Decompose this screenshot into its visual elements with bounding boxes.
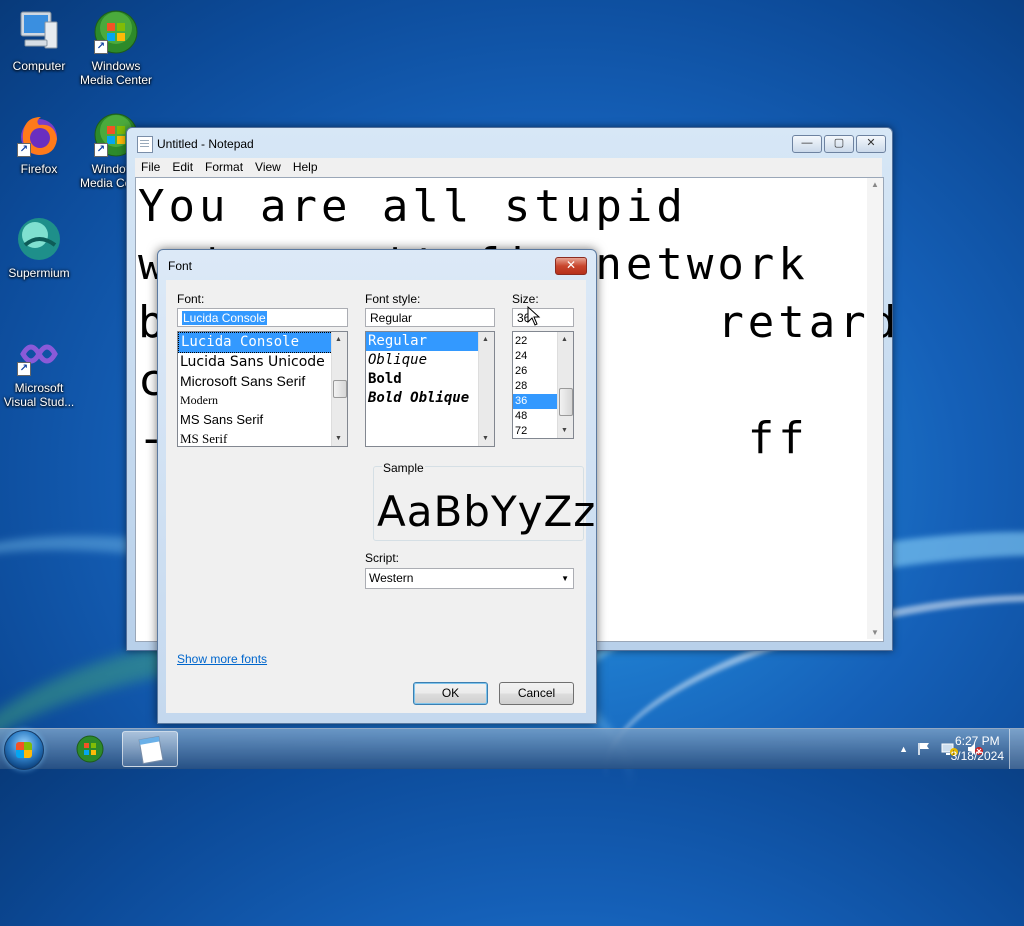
scroll-up-icon[interactable]: ▲ bbox=[871, 180, 879, 189]
window-controls: — ▢ ✕ bbox=[792, 135, 886, 153]
taskbar: ▲ ! 6:27 PM 3/18/2024 bbox=[0, 728, 1024, 770]
clock[interactable]: 6:27 PM 3/18/2024 bbox=[951, 734, 1004, 764]
list-item[interactable]: Bold bbox=[366, 370, 494, 389]
sample-label: Sample bbox=[382, 461, 425, 475]
dialog-close-button[interactable]: ✕ bbox=[555, 257, 587, 275]
mouse-cursor-icon bbox=[527, 305, 541, 326]
font-style-label: Font style: bbox=[365, 292, 421, 306]
font-style-input[interactable]: Regular bbox=[365, 308, 495, 327]
desktop-icon-label: Supermium bbox=[8, 266, 70, 280]
show-desktop-button[interactable] bbox=[1009, 729, 1024, 769]
list-item[interactable]: Oblique bbox=[366, 351, 494, 370]
desktop-icon-label: Microsoft Visual Stud... bbox=[3, 381, 75, 409]
size-list-scrollbar[interactable]: ▲ ▼ bbox=[557, 332, 573, 438]
supermium-icon bbox=[15, 215, 63, 263]
chevron-down-icon: ▼ bbox=[561, 574, 569, 583]
font-style-list[interactable]: Regular Oblique Bold Bold Oblique ▲ ▼ bbox=[365, 331, 495, 447]
list-item[interactable]: Modern bbox=[178, 391, 347, 410]
ok-button[interactable]: OK bbox=[413, 682, 488, 705]
desktop-icon-computer[interactable]: Computer bbox=[1, 8, 77, 73]
scroll-up-icon[interactable]: ▲ bbox=[561, 336, 568, 343]
close-button[interactable]: ✕ bbox=[856, 135, 886, 153]
notepad-app-icon bbox=[137, 136, 153, 153]
desktop-icon-label: Computer bbox=[12, 59, 66, 73]
windows-media-center-icon bbox=[76, 735, 104, 763]
minimize-button[interactable]: — bbox=[792, 135, 822, 153]
script-value: Western bbox=[369, 571, 414, 585]
list-item[interactable]: Lucida Console bbox=[178, 332, 347, 353]
scroll-up-icon[interactable]: ▲ bbox=[482, 336, 489, 343]
cancel-button[interactable]: Cancel bbox=[499, 682, 574, 705]
window-title: Untitled - Notepad bbox=[157, 137, 254, 151]
sample-text: AaBbYyZz bbox=[377, 487, 597, 536]
sample-box: Sample AaBbYyZz bbox=[373, 461, 595, 541]
dialog-body: Font: Lucida Console Lucida Console Luci… bbox=[166, 280, 595, 713]
font-label: Font: bbox=[177, 292, 205, 306]
desktop-icon-label: Windows Media Center bbox=[79, 59, 153, 87]
clock-time: 6:27 PM bbox=[954, 734, 1000, 748]
shortcut-arrow-icon: ↗ bbox=[94, 143, 108, 157]
script-select[interactable]: Western ▼ bbox=[365, 568, 574, 589]
show-more-fonts-link[interactable]: Show more fonts bbox=[177, 652, 267, 666]
firefox-icon: ↗ bbox=[15, 111, 63, 159]
clock-date: 3/18/2024 bbox=[950, 749, 1004, 763]
desktop-icon-supermium[interactable]: Supermium bbox=[1, 215, 77, 280]
scroll-up-icon[interactable]: ▲ bbox=[335, 336, 342, 343]
dialog-title: Font bbox=[168, 259, 193, 273]
list-item[interactable]: MS Sans Serif bbox=[178, 410, 347, 429]
menu-edit[interactable]: Edit bbox=[166, 158, 199, 177]
visual-studio-icon: ↗ bbox=[15, 330, 63, 378]
style-list-scrollbar[interactable]: ▲ ▼ bbox=[478, 332, 494, 446]
taskbar-windows-media-center[interactable] bbox=[62, 731, 118, 767]
script-label: Script: bbox=[365, 551, 400, 565]
scroll-down-icon[interactable]: ▼ bbox=[482, 435, 489, 442]
computer-icon bbox=[15, 8, 63, 56]
list-item[interactable]: Lucida Sans Unicode bbox=[178, 353, 347, 372]
desktop-icon-label: Firefox bbox=[20, 162, 58, 176]
maximize-button[interactable]: ▢ bbox=[824, 135, 854, 153]
show-hidden-icons-icon[interactable]: ▲ bbox=[899, 744, 908, 754]
font-list[interactable]: Lucida Console Lucida Sans Unicode Micro… bbox=[177, 331, 348, 447]
vertical-scrollbar[interactable]: ▲ ▼ bbox=[867, 178, 883, 639]
size-label: Size: bbox=[512, 292, 539, 306]
desktop-icon-windows-media-center[interactable]: ↗ Windows Media Center bbox=[78, 8, 154, 87]
size-input[interactable]: 36 bbox=[512, 308, 574, 327]
scroll-down-icon[interactable]: ▼ bbox=[561, 427, 568, 434]
list-item[interactable]: Bold Oblique bbox=[366, 389, 494, 408]
windows-media-center-icon: ↗ bbox=[92, 8, 140, 56]
editor-line: You are all stupid bbox=[138, 181, 687, 232]
scroll-down-icon[interactable]: ▼ bbox=[335, 435, 342, 442]
list-item[interactable]: Microsoft Sans Serif bbox=[178, 372, 347, 391]
notepad-icon bbox=[138, 735, 164, 765]
start-button[interactable] bbox=[4, 730, 44, 770]
list-item[interactable]: Regular bbox=[366, 332, 494, 351]
size-list[interactable]: 22 24 26 28 36 48 72 ▲ ▼ bbox=[512, 331, 574, 439]
list-item[interactable]: MS Serif bbox=[178, 429, 347, 446]
menu-format[interactable]: Format bbox=[199, 158, 249, 177]
scroll-thumb[interactable] bbox=[333, 380, 347, 398]
shortcut-arrow-icon: ↗ bbox=[94, 40, 108, 54]
scroll-thumb[interactable] bbox=[559, 388, 573, 416]
shortcut-arrow-icon: ↗ bbox=[17, 362, 31, 376]
action-center-flag-icon[interactable] bbox=[916, 741, 932, 757]
desktop-icon-firefox[interactable]: ↗ Firefox bbox=[1, 111, 77, 176]
font-name-input[interactable]: Lucida Console bbox=[177, 308, 348, 327]
menu-help[interactable]: Help bbox=[287, 158, 324, 177]
taskbar-notepad[interactable] bbox=[122, 731, 178, 767]
menu-view[interactable]: View bbox=[249, 158, 287, 177]
menu-bar: File Edit Format View Help bbox=[135, 158, 882, 177]
font-name-value: Lucida Console bbox=[182, 311, 267, 325]
shortcut-arrow-icon: ↗ bbox=[17, 143, 31, 157]
menu-file[interactable]: File bbox=[135, 158, 166, 177]
scroll-down-icon[interactable]: ▼ bbox=[871, 628, 879, 637]
font-list-scrollbar[interactable]: ▲ ▼ bbox=[331, 332, 347, 446]
desktop-icon-visual-studio[interactable]: ↗ Microsoft Visual Stud... bbox=[1, 330, 77, 409]
